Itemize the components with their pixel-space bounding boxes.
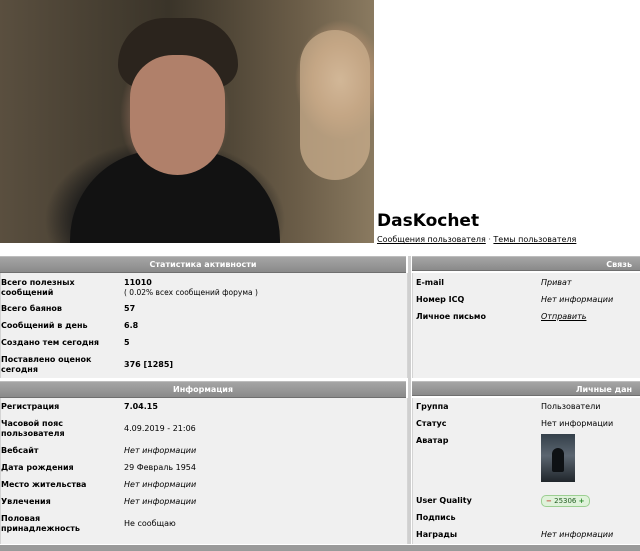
stats-label-topics-today: Создано тем сегодня: [1, 338, 100, 347]
stats-value-bayans: 57: [124, 304, 136, 313]
photo-face: [130, 55, 225, 175]
personal-value-group: Пользователи: [541, 402, 601, 411]
personal-panel: Группа Пользователи Статус Нет информаци…: [412, 398, 640, 544]
avatar-figure: [552, 448, 564, 472]
contact-label-pm: Личное письмо: [416, 312, 486, 321]
info-label-birthday: Дата рождения: [1, 463, 74, 472]
contact-header: Связь: [412, 256, 640, 271]
contact-panel: E-mail Приват Номер ICQ Нет информации Л…: [412, 273, 640, 378]
personal-header: Личные дан: [412, 381, 640, 396]
user-quality-badge: − 25306 +: [541, 495, 590, 507]
stats-value-posts: 11010: [124, 278, 152, 287]
info-value-website: Нет информации: [124, 446, 197, 455]
info-label-website: Вебсайт: [1, 446, 39, 455]
personal-label-status: Статус: [416, 419, 447, 428]
personal-label-awards: Награды: [416, 530, 458, 539]
stats-value-ratings-today: 376 [1285]: [124, 360, 174, 369]
info-value-gender: Не сообщаю: [124, 519, 176, 528]
stats-panel: Всего полезных сообщений 11010 ( 0.02% в…: [0, 273, 408, 378]
contact-label-icq: Номер ICQ: [416, 295, 465, 304]
info-value-interests: Нет информации: [124, 497, 197, 506]
link-separator: ·: [488, 235, 491, 244]
stats-label-ratings-today: Поставлено оценок сегодня: [1, 355, 92, 374]
stats-note-posts: ( 0.02% всех сообщений форума ): [124, 288, 258, 297]
info-label-registration: Регистрация: [1, 402, 60, 411]
info-value-birthday: 29 Февраль 1954: [124, 463, 196, 472]
stats-value-perday: 6.8: [124, 321, 139, 330]
stats-label-bayans: Всего баянов: [1, 304, 62, 313]
info-header: Информация: [0, 381, 406, 398]
profile-username: DasKochet: [377, 211, 480, 231]
contact-value-email: Приват: [541, 278, 572, 287]
user-topics-link[interactable]: Темы пользователя: [493, 235, 576, 244]
info-value-location: Нет информации: [124, 480, 197, 489]
contact-value-pm: Отправить: [541, 312, 586, 322]
info-label-interests: Увлечения: [1, 497, 51, 506]
info-label-location: Место жительства: [1, 480, 87, 489]
personal-label-avatar: Аватар: [416, 436, 449, 445]
profile-links: Сообщения пользователя · Темы пользовате…: [377, 235, 576, 244]
stats-header: Статистика активности: [0, 256, 406, 273]
personal-value-awards: Нет информации: [541, 530, 614, 539]
footer-bar: [0, 545, 640, 551]
info-value-timezone: 4.09.2019 - 21:06: [124, 424, 196, 433]
personal-label-quality: User Quality: [416, 496, 472, 505]
info-value-registration: 7.04.15: [124, 402, 158, 411]
stats-label-posts: Всего полезных сообщений: [1, 278, 75, 297]
profile-photo: [0, 0, 374, 243]
photo-background-figure: [300, 30, 370, 180]
info-label-timezone: Часовой пояс пользователя: [1, 419, 65, 438]
personal-label-signature: Подпись: [416, 513, 456, 522]
info-panel: Регистрация 7.04.15 Часовой пояс пользов…: [0, 398, 408, 544]
contact-value-icq: Нет информации: [541, 295, 614, 304]
info-label-gender: Половая принадлежность: [1, 514, 80, 533]
contact-label-email: E-mail: [416, 278, 445, 287]
send-pm-link[interactable]: Отправить: [541, 312, 586, 321]
quality-plus-icon[interactable]: +: [579, 497, 585, 505]
quality-minus-icon[interactable]: −: [546, 497, 552, 505]
user-avatar: [541, 434, 575, 482]
personal-label-group: Группа: [416, 402, 449, 411]
stats-label-perday: Сообщений в день: [1, 321, 88, 330]
quality-value: 25306: [554, 497, 577, 505]
column-divider: [408, 256, 411, 544]
personal-value-status: Нет информации: [541, 419, 614, 428]
stats-value-topics-today: 5: [124, 338, 130, 347]
user-posts-link[interactable]: Сообщения пользователя: [377, 235, 486, 244]
